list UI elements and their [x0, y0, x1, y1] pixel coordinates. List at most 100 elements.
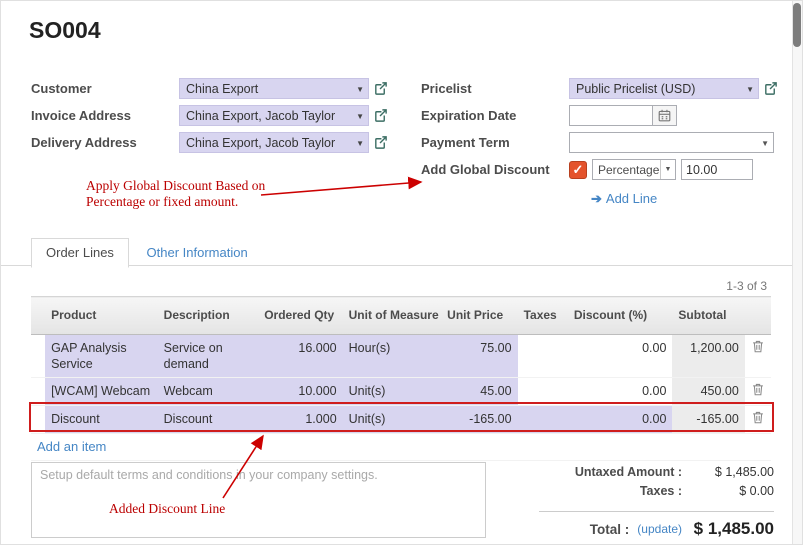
cell-ordered-qty[interactable]: 16.000: [258, 335, 342, 378]
external-link-icon[interactable]: [373, 135, 388, 150]
customer-value: China Export: [186, 82, 258, 96]
delivery-address-value: China Export, Jacob Taylor: [186, 136, 335, 150]
update-total-link[interactable]: (update): [637, 522, 682, 536]
cell-description[interactable]: Service on demand: [158, 335, 259, 378]
cell-unit-of-measure[interactable]: Unit(s): [343, 406, 442, 434]
chevron-down-icon: ▼: [660, 160, 675, 179]
total-label: Total :: [539, 522, 629, 537]
cell-discount[interactable]: 0.00: [568, 335, 673, 378]
terms-notes-area: [31, 462, 486, 541]
invoice-address-label: Invoice Address: [31, 108, 179, 123]
col-actions: [745, 297, 771, 335]
col-taxes: Taxes: [518, 297, 568, 335]
terms-textarea[interactable]: [31, 462, 486, 538]
discount-type-select[interactable]: Percentage ▼: [592, 159, 676, 180]
expiration-date-input[interactable]: [569, 105, 653, 126]
cell-subtotal: 450.00: [672, 378, 744, 406]
col-discount: Discount (%): [568, 297, 673, 335]
totals-panel: Untaxed Amount : $ 1,485.00 Taxes : $ 0.…: [539, 465, 774, 542]
cell-taxes[interactable]: [518, 406, 568, 434]
pricelist-label: Pricelist: [421, 81, 569, 96]
cell-discount[interactable]: 0.00: [568, 378, 673, 406]
external-link-icon[interactable]: [763, 81, 778, 96]
scrollbar-track[interactable]: [792, 1, 802, 545]
page-title: SO004: [29, 17, 101, 44]
chevron-down-icon: ▼: [356, 112, 364, 121]
add-an-item-link[interactable]: Add an item: [37, 439, 106, 454]
payment-term-label: Payment Term: [421, 135, 569, 150]
invoice-address-field[interactable]: China Export, Jacob Taylor ▼: [179, 105, 369, 126]
cell-unit-price[interactable]: 75.00: [441, 335, 517, 378]
cell-unit-of-measure[interactable]: Unit(s): [343, 378, 442, 406]
scrollbar-thumb[interactable]: [793, 3, 801, 47]
add-item-row: Add an item: [31, 434, 771, 461]
cell-subtotal: -165.00: [672, 406, 744, 434]
cell-description[interactable]: Webcam: [158, 378, 259, 406]
global-discount-checkbox[interactable]: ✓: [569, 161, 587, 179]
external-link-icon[interactable]: [373, 108, 388, 123]
invoice-address-value: China Export, Jacob Taylor: [186, 109, 335, 123]
taxes-label: Taxes :: [539, 484, 682, 498]
customer-label: Customer: [31, 81, 179, 96]
tab-order-lines[interactable]: Order Lines: [31, 238, 129, 268]
cell-ordered-qty[interactable]: 10.000: [258, 378, 342, 406]
add-line-button[interactable]: ➔ Add Line: [591, 191, 657, 207]
row-handle: [31, 378, 45, 406]
global-discount-label: Add Global Discount: [421, 162, 569, 177]
form-left-column: Customer China Export ▼ Invoice Address …: [31, 75, 411, 156]
table-row[interactable]: GAP Analysis Service Service on demand 1…: [31, 335, 771, 378]
table-row-discount[interactable]: Discount Discount 1.000 Unit(s) -165.00 …: [31, 406, 771, 434]
col-subtotal: Subtotal: [672, 297, 744, 335]
total-value: $ 1,485.00: [682, 519, 774, 539]
cell-taxes[interactable]: [518, 335, 568, 378]
taxes-value: $ 0.00: [682, 484, 774, 498]
delete-row-icon[interactable]: [752, 340, 764, 357]
col-ordered-qty: Ordered Qty: [258, 297, 342, 335]
delete-row-icon[interactable]: [752, 383, 764, 400]
cell-unit-price[interactable]: -165.00: [441, 406, 517, 434]
table-row[interactable]: [WCAM] Webcam Webcam 10.000 Unit(s) 45.0…: [31, 378, 771, 406]
delete-row-icon[interactable]: [752, 411, 764, 428]
expiration-date-label: Expiration Date: [421, 108, 569, 123]
pager[interactable]: 1-3 of 3: [726, 279, 767, 293]
annotation-line: Apply Global Discount Based on: [86, 178, 265, 194]
discount-amount-input[interactable]: [681, 159, 753, 180]
arrow-right-icon: ➔: [591, 191, 602, 206]
annotation-global-discount: Apply Global Discount Based on Percentag…: [86, 178, 265, 210]
pricelist-value: Public Pricelist (USD): [576, 82, 695, 96]
col-description: Description: [158, 297, 259, 335]
tab-other-information[interactable]: Other Information: [133, 239, 262, 267]
cell-product[interactable]: GAP Analysis Service: [45, 335, 158, 378]
chevron-down-icon: ▼: [746, 85, 754, 94]
cell-description[interactable]: Discount: [158, 406, 259, 434]
chevron-down-icon: ▼: [356, 139, 364, 148]
untaxed-amount-value: $ 1,485.00: [682, 465, 774, 479]
calendar-icon[interactable]: [653, 105, 677, 126]
arrow-to-global-discount: [261, 182, 421, 195]
cell-taxes[interactable]: [518, 378, 568, 406]
cell-product[interactable]: [WCAM] Webcam: [45, 378, 158, 406]
discount-type-value: Percentage: [598, 163, 659, 177]
cell-discount[interactable]: 0.00: [568, 406, 673, 434]
chevron-down-icon: ▼: [761, 139, 769, 148]
handle-col-header: [31, 297, 45, 335]
cell-subtotal: 1,200.00: [672, 335, 744, 378]
add-line-label: Add Line: [606, 191, 657, 206]
col-unit-of-measure: Unit of Measure: [343, 297, 442, 335]
notebook-tabs: Order Lines Other Information: [1, 237, 803, 266]
external-link-icon[interactable]: [373, 81, 388, 96]
cell-ordered-qty[interactable]: 1.000: [258, 406, 342, 434]
sale-order-form: SO004 Customer China Export ▼ Invoice Ad…: [0, 0, 803, 545]
totals-divider: [539, 511, 774, 512]
cell-unit-price[interactable]: 45.00: [441, 378, 517, 406]
pricelist-field[interactable]: Public Pricelist (USD) ▼: [569, 78, 759, 99]
delivery-address-field[interactable]: China Export, Jacob Taylor ▼: [179, 132, 369, 153]
order-lines-table: Product Description Ordered Qty Unit of …: [31, 296, 771, 461]
chevron-down-icon: ▼: [356, 85, 364, 94]
customer-field[interactable]: China Export ▼: [179, 78, 369, 99]
delivery-address-label: Delivery Address: [31, 135, 179, 150]
cell-unit-of-measure[interactable]: Hour(s): [343, 335, 442, 378]
payment-term-select[interactable]: ▼: [569, 132, 774, 153]
cell-product[interactable]: Discount: [45, 406, 158, 434]
untaxed-amount-label: Untaxed Amount :: [539, 465, 682, 479]
